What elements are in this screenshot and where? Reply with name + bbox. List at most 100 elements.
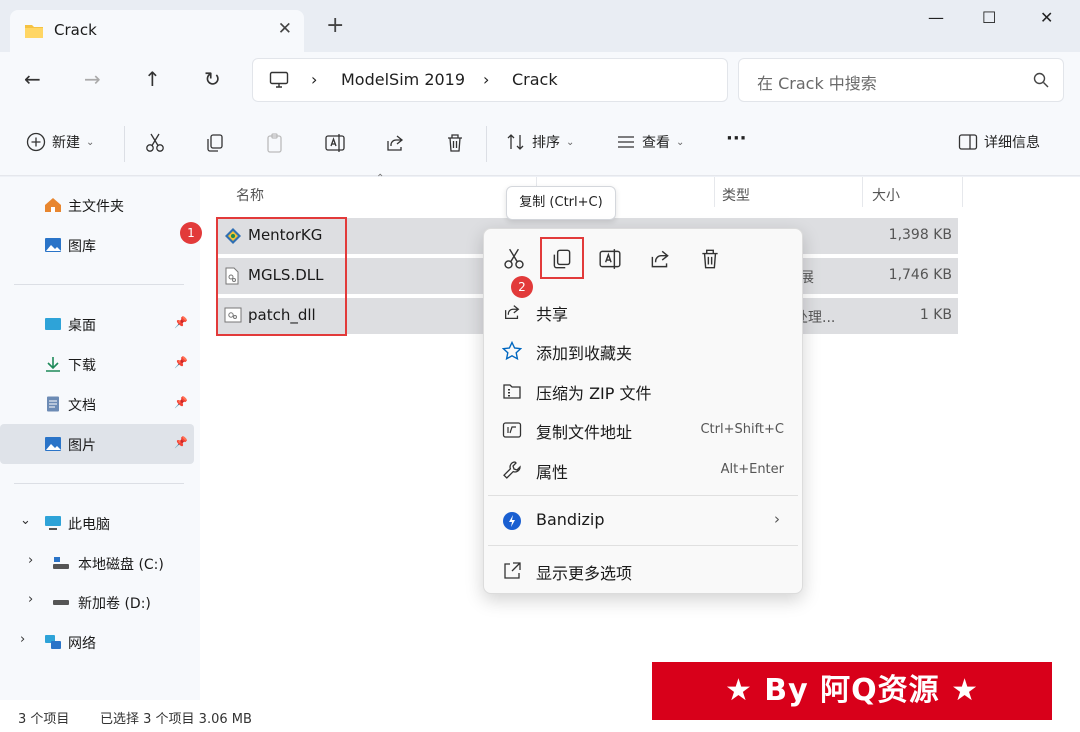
sidebar-label: 图库 bbox=[68, 239, 96, 255]
menu-item-properties[interactable]: 属性 Alt+Enter bbox=[484, 451, 802, 489]
context-menu: 2 共享 添加到收藏夹 压缩为 ZIP 文件 复制文件地址 Ctrl+Shift… bbox=[483, 228, 803, 594]
sidebar-label: 下载 bbox=[68, 358, 96, 374]
back-button[interactable]: ← bbox=[24, 67, 41, 91]
more-options-button[interactable]: ··· bbox=[726, 128, 747, 149]
share-icon[interactable] bbox=[384, 132, 406, 154]
details-pane-icon bbox=[958, 134, 978, 150]
pin-icon: 📌 bbox=[174, 356, 188, 369]
rename-icon[interactable] bbox=[324, 132, 346, 154]
view-button[interactable]: 查看 ⌄ bbox=[616, 132, 684, 152]
rename-icon[interactable] bbox=[596, 247, 624, 271]
breadcrumb-separator: › bbox=[483, 70, 490, 89]
refresh-button[interactable]: ↻ bbox=[204, 67, 221, 91]
search-icon bbox=[1033, 72, 1049, 88]
breadcrumb-crack[interactable]: Crack bbox=[512, 70, 558, 89]
up-button[interactable]: ↑ bbox=[144, 67, 161, 91]
sidebar-item-documents[interactable]: 文档 📌 bbox=[0, 384, 194, 424]
column-header-name[interactable]: 名称 bbox=[236, 185, 264, 205]
sort-button[interactable]: 排序 ⌄ bbox=[506, 132, 574, 152]
copy-icon[interactable] bbox=[548, 247, 576, 271]
details-button[interactable]: 详细信息 bbox=[958, 132, 1040, 152]
menu-label: 压缩为 ZIP 文件 bbox=[536, 384, 652, 403]
menu-label: 属性 bbox=[536, 463, 569, 482]
sidebar-item-pictures[interactable]: 图片 📌 bbox=[0, 424, 194, 464]
new-button[interactable]: 新建 ⌄ bbox=[26, 132, 94, 152]
menu-item-add-to-favorites[interactable]: 添加到收藏夹 bbox=[484, 332, 802, 370]
search-input[interactable]: 在 Crack 中搜索 bbox=[738, 58, 1064, 102]
tab-crack[interactable]: Crack ✕ bbox=[10, 10, 304, 52]
sort-ascending-icon: ⌃ bbox=[376, 173, 385, 184]
menu-label: 显示更多选项 bbox=[536, 564, 633, 583]
computer-icon bbox=[45, 516, 61, 530]
shortcut-label: Alt+Enter bbox=[720, 462, 784, 477]
sidebar-item-downloads[interactable]: 下载 📌 bbox=[0, 344, 194, 384]
tab-title: Crack bbox=[54, 21, 97, 39]
sidebar-item-drive-d[interactable]: › 新加卷 (D:) bbox=[0, 582, 194, 622]
sort-label: 排序 bbox=[532, 135, 560, 151]
menu-divider bbox=[488, 495, 798, 496]
drive-icon bbox=[53, 600, 69, 605]
chevron-right-icon[interactable]: › bbox=[20, 632, 25, 647]
menu-item-share[interactable]: 共享 bbox=[484, 293, 802, 331]
new-tab-button[interactable]: + bbox=[326, 15, 344, 37]
copy-path-icon bbox=[502, 422, 522, 438]
sidebar-item-gallery[interactable]: 图库 bbox=[0, 225, 194, 265]
sidebar-item-home[interactable]: 主文件夹 bbox=[0, 185, 194, 225]
chevron-down-icon: ⌄ bbox=[86, 136, 95, 148]
minimize-button[interactable]: — bbox=[928, 8, 944, 27]
menu-item-bandizip[interactable]: Bandizip › bbox=[484, 502, 802, 540]
pin-icon: 📌 bbox=[174, 436, 188, 449]
menu-label: Bandizip bbox=[536, 510, 605, 529]
sidebar-label: 本地磁盘 (C:) bbox=[78, 557, 164, 573]
column-divider bbox=[714, 177, 715, 207]
sidebar-label: 此电脑 bbox=[68, 517, 110, 533]
step-badge-1: 1 bbox=[180, 222, 202, 244]
column-header-type[interactable]: 类型 bbox=[722, 185, 750, 205]
star-icon bbox=[502, 341, 522, 361]
menu-item-copy-path[interactable]: 复制文件地址 Ctrl+Shift+C bbox=[484, 411, 802, 449]
sort-icon bbox=[507, 134, 524, 150]
close-window-button[interactable]: ✕ bbox=[1040, 8, 1053, 27]
sidebar-item-network[interactable]: › 网络 bbox=[0, 622, 194, 662]
open-external-icon bbox=[504, 562, 521, 579]
column-header-size[interactable]: 大小 bbox=[872, 185, 900, 205]
plus-circle-icon bbox=[26, 132, 46, 152]
column-divider bbox=[962, 177, 963, 207]
network-icon bbox=[45, 635, 61, 649]
cut-icon[interactable] bbox=[144, 132, 166, 154]
paste-icon[interactable] bbox=[264, 132, 286, 154]
tab-close-icon[interactable]: ✕ bbox=[278, 19, 292, 39]
watermark-banner: ★ By 阿Q资源 ★ bbox=[650, 660, 1054, 722]
chevron-down-icon[interactable]: ⌄ bbox=[20, 513, 31, 528]
view-label: 查看 bbox=[642, 135, 670, 151]
gallery-icon bbox=[45, 238, 61, 252]
delete-icon[interactable] bbox=[444, 132, 466, 154]
pin-icon: 📌 bbox=[174, 316, 188, 329]
menu-label: 复制文件地址 bbox=[536, 423, 633, 442]
copy-icon[interactable] bbox=[204, 132, 226, 154]
cut-icon[interactable] bbox=[500, 247, 528, 271]
breadcrumb-modelsim[interactable]: ModelSim 2019 bbox=[341, 70, 465, 89]
pictures-icon bbox=[45, 437, 61, 451]
maximize-button[interactable]: ☐ bbox=[982, 8, 996, 27]
delete-icon[interactable] bbox=[696, 247, 724, 271]
selection-info: 已选择 3 个项目 3.06 MB bbox=[100, 712, 252, 727]
address-bar[interactable]: › ModelSim 2019 › Crack bbox=[252, 58, 728, 102]
chevron-down-icon: ⌄ bbox=[566, 136, 575, 148]
title-bar: Crack ✕ + — ☐ ✕ bbox=[0, 0, 1080, 52]
share-icon[interactable] bbox=[646, 247, 674, 271]
menu-item-compress-zip[interactable]: 压缩为 ZIP 文件 bbox=[484, 372, 802, 410]
menu-item-show-more-options[interactable]: 显示更多选项 bbox=[484, 552, 802, 590]
column-divider bbox=[862, 177, 863, 207]
sidebar-item-drive-c[interactable]: › 本地磁盘 (C:) bbox=[0, 543, 194, 583]
sidebar-divider bbox=[14, 483, 184, 484]
sidebar-label: 文档 bbox=[68, 398, 96, 414]
forward-button[interactable]: → bbox=[84, 67, 101, 91]
sidebar-label: 图片 bbox=[68, 438, 96, 454]
sidebar-item-desktop[interactable]: 桌面 📌 bbox=[0, 304, 194, 344]
chevron-right-icon[interactable]: › bbox=[28, 592, 33, 607]
chevron-right-icon[interactable]: › bbox=[28, 553, 33, 568]
sidebar-label: 桌面 bbox=[68, 318, 96, 334]
sidebar-item-this-pc[interactable]: ⌄ 此电脑 bbox=[0, 503, 194, 543]
download-icon bbox=[46, 357, 60, 372]
